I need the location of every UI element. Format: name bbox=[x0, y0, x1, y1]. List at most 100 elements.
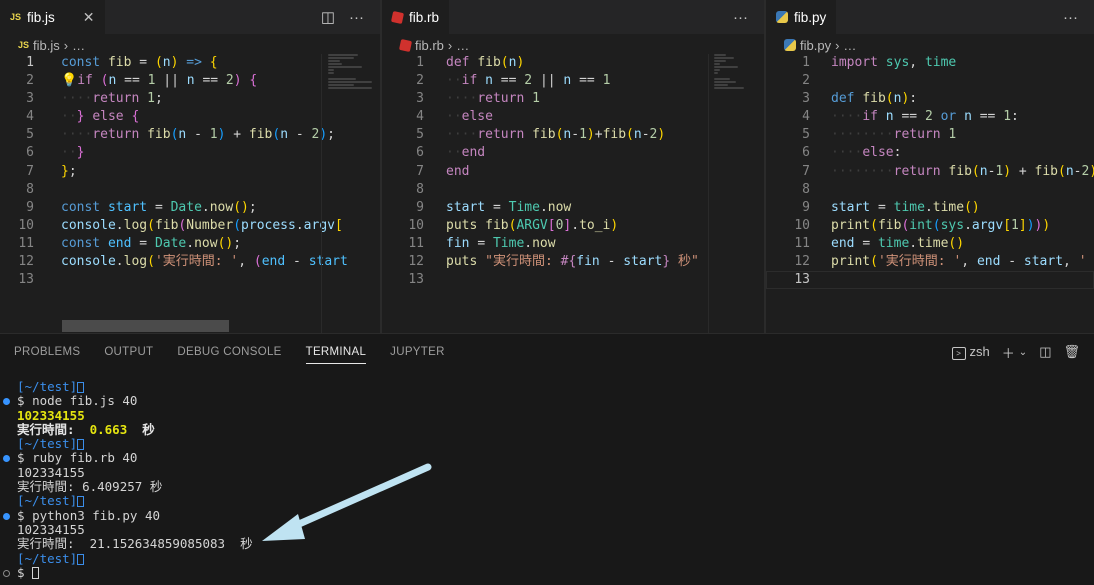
code-text: }; bbox=[61, 163, 77, 179]
breadcrumb-file[interactable]: fib.rb bbox=[415, 38, 444, 53]
code-line: 2 💡if (n == 1 || n == 2) { bbox=[0, 72, 380, 90]
code-line: 2 bbox=[766, 72, 1094, 90]
tab-debug-console[interactable]: DEBUG CONSOLE bbox=[165, 334, 293, 370]
code-text: console.log(fib(Number(process.argv[ bbox=[61, 217, 343, 233]
editor-actions: ··· bbox=[733, 0, 748, 34]
lightbulb-icon: 💡 bbox=[61, 73, 78, 89]
breadcrumb-more[interactable]: … bbox=[456, 38, 469, 53]
minimap[interactable] bbox=[328, 54, 380, 114]
line-number: 8 bbox=[26, 181, 34, 197]
tab-label: fib.js bbox=[27, 9, 55, 25]
ruby-file-icon bbox=[390, 10, 405, 24]
code-line: 1 def fib(n) bbox=[382, 54, 764, 72]
more-actions-icon[interactable]: ··· bbox=[1063, 9, 1078, 26]
vertical-scrollbar[interactable] bbox=[321, 54, 322, 333]
line-number: 12 bbox=[18, 254, 34, 270]
code-editor[interactable]: 1 def fib(n) 2 ··if n == 2 || n == 1 3 ····… bbox=[382, 54, 764, 289]
code-editor[interactable]: 1 import sys, time 2 3 def fib(n): 4 ····if… bbox=[766, 54, 1094, 290]
terminal-shell-selector[interactable]: > zsh bbox=[951, 344, 990, 360]
code-line: 9 start = Time.now bbox=[382, 199, 764, 217]
tab-fib-rb[interactable]: fib.rb bbox=[382, 0, 450, 34]
code-line: 9 const start = Date.now(); bbox=[0, 199, 380, 217]
time-unit: 秒 bbox=[149, 479, 163, 495]
code-text: const fib = (n) => { bbox=[61, 55, 218, 70]
tab-fib-py[interactable]: fib.py bbox=[766, 0, 837, 34]
line-number: 11 bbox=[794, 235, 810, 251]
line-number: 1 bbox=[802, 55, 810, 70]
code-line: 8 bbox=[0, 181, 380, 199]
code-line: 1 import sys, time bbox=[766, 54, 1094, 72]
horizontal-scrollbar[interactable] bbox=[62, 320, 229, 332]
code-line: 11 const end = Date.now(); bbox=[0, 235, 380, 253]
code-line: 13 bbox=[382, 271, 764, 289]
vertical-scrollbar[interactable] bbox=[708, 54, 709, 333]
time-label: 実行時間: bbox=[17, 479, 83, 495]
code-text: end bbox=[446, 163, 470, 179]
terminal-cursor bbox=[32, 567, 40, 580]
split-terminal-icon[interactable]: ◫ bbox=[1039, 344, 1051, 360]
terminal-input-line[interactable]: $ bbox=[0, 565, 1094, 580]
breadcrumb-more[interactable]: … bbox=[72, 38, 85, 53]
editor-group-js: JS fib.js ✕ ◫ ··· JS fib.js › … 1 const f… bbox=[0, 0, 380, 333]
cwd-text: [~/test] bbox=[17, 379, 78, 394]
minimap[interactable] bbox=[714, 54, 764, 114]
code-line: 6 ··} bbox=[0, 144, 380, 162]
terminal-cwd-line: [~/test] bbox=[0, 494, 1094, 508]
tab-terminal[interactable]: TERMINAL bbox=[294, 334, 379, 370]
time-value: 21.152634859085083 bbox=[89, 536, 226, 552]
line-number: 9 bbox=[26, 199, 34, 215]
line-number: 10 bbox=[794, 217, 810, 233]
more-actions-icon[interactable]: ··· bbox=[349, 9, 364, 26]
terminal-time-line: 実行時間: 6.409257 秒 bbox=[0, 479, 1094, 495]
code-line: 12 print('実行時間: ', end - start, ' 秒' bbox=[766, 253, 1094, 271]
chevron-right-icon: › bbox=[63, 37, 69, 53]
breadcrumb-file[interactable]: fib.js bbox=[33, 38, 60, 53]
code-text: const start = Date.now(); bbox=[61, 199, 257, 215]
terminal-icon: > bbox=[951, 346, 966, 360]
code-line: 7 end bbox=[382, 163, 764, 181]
editor-actions: ··· bbox=[1063, 0, 1078, 34]
line-number: 7 bbox=[26, 163, 34, 179]
code-text: ····else: bbox=[831, 145, 902, 161]
code-text: def fib(n): bbox=[831, 91, 918, 107]
code-line: 4 ··else bbox=[382, 108, 764, 126]
tab-jupyter[interactable]: JUPYTER bbox=[378, 334, 457, 370]
line-number: 6 bbox=[802, 145, 810, 161]
command-text: python3 fib.py 40 bbox=[32, 507, 160, 523]
code-line: 7}; bbox=[0, 163, 380, 181]
close-icon[interactable]: ✕ bbox=[83, 9, 95, 26]
code-text: import sys, time bbox=[831, 55, 957, 70]
line-number: 9 bbox=[802, 199, 810, 215]
more-actions-icon[interactable]: ··· bbox=[733, 9, 748, 26]
code-editor[interactable]: 1 const fib = (n) => { 2 💡if (n == 1 || n … bbox=[0, 54, 380, 289]
new-terminal-icon[interactable]: ＋ bbox=[1002, 343, 1015, 362]
tab-output[interactable]: OUTPUT bbox=[92, 334, 165, 370]
terminal-output[interactable]: [~/test] $ node fib.js 40 102334155 実行時間… bbox=[0, 379, 1094, 580]
breadcrumb-more[interactable]: … bbox=[843, 38, 856, 53]
tab-problems[interactable]: PROBLEMS bbox=[0, 334, 92, 370]
line-number: 10 bbox=[408, 217, 424, 233]
terminal-command-line: $ ruby fib.rb 40 bbox=[0, 451, 1094, 465]
code-text: end = time.time() bbox=[831, 235, 965, 251]
trash-icon[interactable]: 🗑 bbox=[1063, 344, 1080, 360]
breadcrumb: fib.rb › … bbox=[382, 34, 764, 56]
code-line: 6 ····else: bbox=[766, 144, 1094, 162]
line-number: 3 bbox=[802, 91, 810, 107]
terminal-cwd-line: [~/test] bbox=[0, 379, 1094, 394]
prompt-glyph bbox=[77, 553, 85, 565]
line-number: 8 bbox=[802, 181, 810, 197]
code-line: 3 def fib(n): bbox=[766, 90, 1094, 108]
prompt: $ bbox=[17, 393, 25, 409]
time-unit: 秒 bbox=[142, 421, 155, 437]
breadcrumb-file[interactable]: fib.py bbox=[800, 38, 831, 53]
line-number: 7 bbox=[416, 163, 424, 179]
tab-fib-js[interactable]: JS fib.js ✕ bbox=[0, 0, 105, 34]
editor-group-rb: fib.rb ··· fib.rb › … 1 def fib(n) 2 ··if … bbox=[382, 0, 764, 333]
terminal-result-line: 102334155 bbox=[17, 464, 85, 480]
line-number: 12 bbox=[794, 254, 810, 270]
chevron-down-icon[interactable]: ⌄ bbox=[1019, 347, 1027, 358]
prompt: $ bbox=[17, 507, 25, 523]
cwd-text: [~/test] bbox=[17, 436, 78, 452]
split-editor-icon[interactable]: ◫ bbox=[321, 8, 335, 26]
code-line: 7 ········return fib(n-1) + fib(n-2) bbox=[766, 163, 1094, 181]
